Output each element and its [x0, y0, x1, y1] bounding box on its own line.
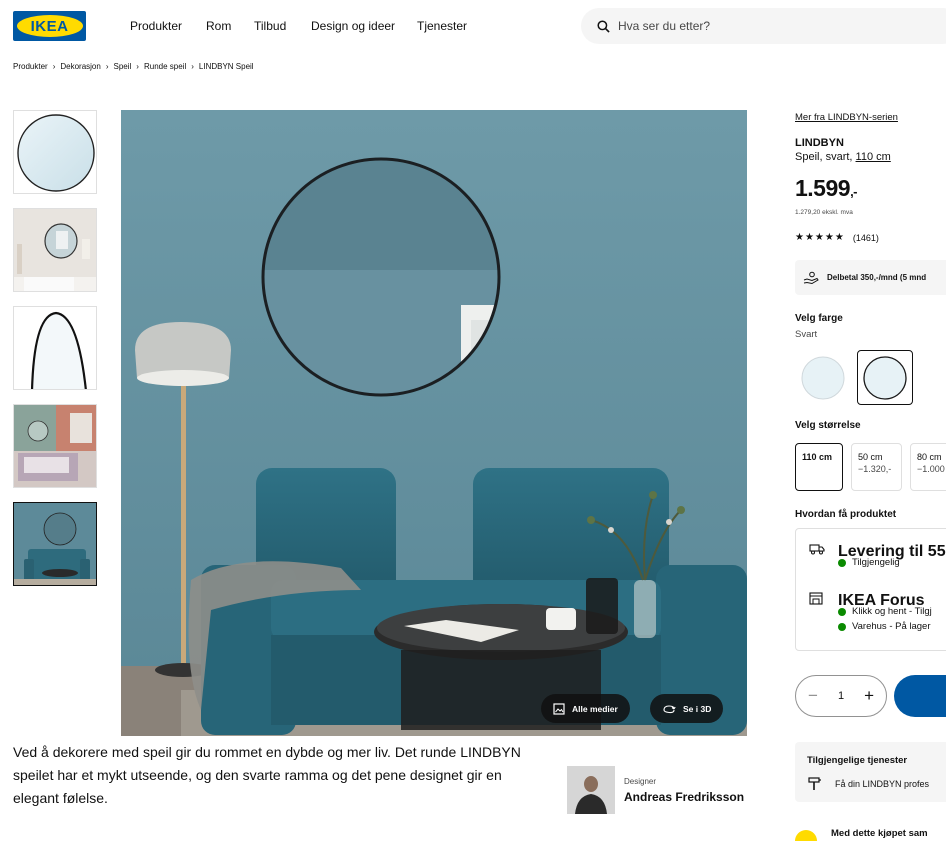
white-mirror-swatch [801, 356, 845, 399]
installment-banner[interactable]: Delbetal 350,-/mnd (5 mnd [795, 260, 946, 295]
ikea-logo[interactable]: IKEA [13, 11, 86, 41]
bedroom-scene-thumbnail-image [14, 405, 96, 487]
thumbnail-living-room[interactable] [13, 502, 97, 586]
quantity-increase-button[interactable]: + [864, 686, 874, 706]
thumbnail-bedroom-dresser[interactable] [13, 208, 97, 292]
color-selected: Svart [795, 329, 818, 340]
logo-oval: IKEA [16, 15, 83, 37]
search-icon [597, 19, 610, 33]
nav-item-tilbud[interactable]: Tilbud [254, 19, 286, 33]
add-to-cart-button[interactable] [894, 675, 946, 717]
price-suffix: ,- [850, 184, 858, 199]
size-option-50[interactable]: 50 cm −1.320,- [851, 443, 902, 491]
breadcrumb-item[interactable]: LINDBYN Speil [199, 62, 254, 71]
hand-coin-icon [803, 271, 819, 284]
promo-text: Med dette kjøpet sam [831, 828, 928, 839]
product-price: 1.599,- [795, 175, 858, 202]
quantity-decrease-button[interactable]: − [808, 686, 818, 706]
black-mirror-swatch [863, 355, 907, 400]
quantity-stepper: − 1 + [795, 675, 887, 717]
size-option-80[interactable]: 80 cm −1.000 [910, 443, 946, 491]
breadcrumb: Produkter › Dekorasjon › Speil › Runde spei… [13, 62, 254, 71]
store-status-text: Varehus - På lager [852, 621, 931, 632]
promo-badge-icon [795, 830, 817, 841]
product-desc-prefix: Speil, svart, [795, 151, 856, 163]
rotate-3d-icon [663, 704, 676, 713]
frame-thumbnail-image [14, 307, 96, 389]
chevron-right-icon: › [52, 62, 56, 71]
designer-photo-image [567, 766, 615, 814]
breadcrumb-item[interactable]: Produkter [13, 62, 48, 71]
delivery-heading: Hvordan få produktet [795, 509, 897, 520]
hammer-icon [808, 777, 821, 790]
nav-item-design-og-ideer[interactable]: Design og ideer [311, 19, 395, 33]
delivery-status: Tilgjengelig [838, 557, 900, 568]
chevron-right-icon: › [136, 62, 139, 71]
rating-stars-icon: ★★★★★ [795, 232, 845, 243]
services-panel[interactable]: Tilgjengelige tjenester Få din LINDBYN p… [795, 742, 946, 802]
rating[interactable]: ★★★★★ (1461) [795, 232, 879, 243]
store-icon [809, 592, 823, 605]
designer-avatar[interactable] [567, 766, 615, 814]
see-in-3d-label: Se i 3D [683, 703, 712, 714]
nav-item-rom[interactable]: Rom [206, 19, 231, 33]
nav-item-produkter[interactable]: Produkter [130, 19, 182, 33]
all-media-label: Alle medier [572, 703, 618, 714]
all-media-button[interactable]: Alle medier [541, 694, 630, 723]
size-option-price-diff: −1.000 [917, 464, 945, 474]
delivery-status-text: Tilgjengelig [852, 557, 900, 568]
price-ex-vat: 1.279,20 ekskl. mva [795, 209, 853, 216]
thumbnail-bedroom-scene[interactable] [13, 404, 97, 488]
rating-count: (1461) [852, 232, 879, 243]
search-input[interactable] [618, 19, 918, 33]
store-status-pickup: Klikk og hent - Tilgj [838, 606, 932, 617]
services-text: Få din LINDBYN profes [835, 779, 930, 789]
see-in-3d-button[interactable]: Se i 3D [650, 694, 724, 723]
price-value: 1.599 [795, 175, 851, 201]
chevron-right-icon: › [191, 62, 194, 71]
search-bar[interactable] [581, 8, 946, 44]
living-room-thumbnail-image [14, 503, 96, 585]
product-size-link[interactable]: 110 cm [856, 151, 891, 163]
chevron-right-icon: › [105, 62, 109, 71]
living-room-scene [121, 110, 747, 736]
available-dot-icon [838, 607, 846, 616]
color-swatch-black[interactable] [857, 350, 913, 405]
store-status-text: Klikk og hent - Tilgj [852, 606, 932, 617]
designer-label: Designer [624, 777, 657, 786]
delivery-options: Levering til 5518 Tilgjengelig IKEA Foru… [795, 528, 946, 651]
bedroom-thumbnail-image [14, 209, 96, 291]
size-option-label: 80 cm [917, 452, 942, 462]
size-option-label: 50 cm [858, 452, 883, 462]
mirror-thumbnail-image [17, 114, 95, 192]
product-subtitle: Speil, svart, 110 cm [795, 151, 891, 163]
color-label: Velg farge [795, 313, 843, 324]
breadcrumb-item[interactable]: Runde speil [144, 62, 186, 71]
quantity-value[interactable]: 1 [838, 690, 844, 702]
services-title: Tilgjengelige tjenester [807, 755, 908, 766]
logo-text: IKEA [30, 17, 69, 35]
size-label: Velg størrelse [795, 420, 861, 431]
thumbnail-front-view[interactable] [13, 110, 97, 194]
store-status-stock: Varehus - På lager [838, 621, 931, 632]
main-product-image[interactable] [121, 110, 747, 736]
breadcrumb-item[interactable]: Dekorasjon [60, 62, 100, 71]
size-option-price-diff: −1.320,- [858, 464, 892, 474]
thumbnail-frame-detail[interactable] [13, 306, 97, 390]
breadcrumb-item[interactable]: Speil [114, 62, 132, 71]
available-dot-icon [838, 622, 846, 631]
truck-icon [809, 544, 825, 555]
available-dot-icon [838, 558, 846, 567]
product-description: Ved å dekorere med speil gir du rommet e… [13, 744, 521, 806]
nav-item-tjenester[interactable]: Tjenester [417, 19, 467, 33]
gallery-icon [553, 702, 565, 715]
designer-name[interactable]: Andreas Fredriksson [624, 790, 744, 804]
series-link[interactable]: Mer fra LINDBYN-serien [795, 112, 898, 123]
promo-banner[interactable]: Med dette kjøpet sam [795, 828, 928, 841]
size-option-110[interactable]: 110 cm [795, 443, 843, 491]
product-name: LINDBYN [795, 137, 844, 149]
size-option-label: 110 cm [802, 452, 833, 462]
installment-text: Delbetal 350,-/mnd (5 mnd [827, 273, 927, 282]
color-swatch-white[interactable] [795, 350, 851, 405]
